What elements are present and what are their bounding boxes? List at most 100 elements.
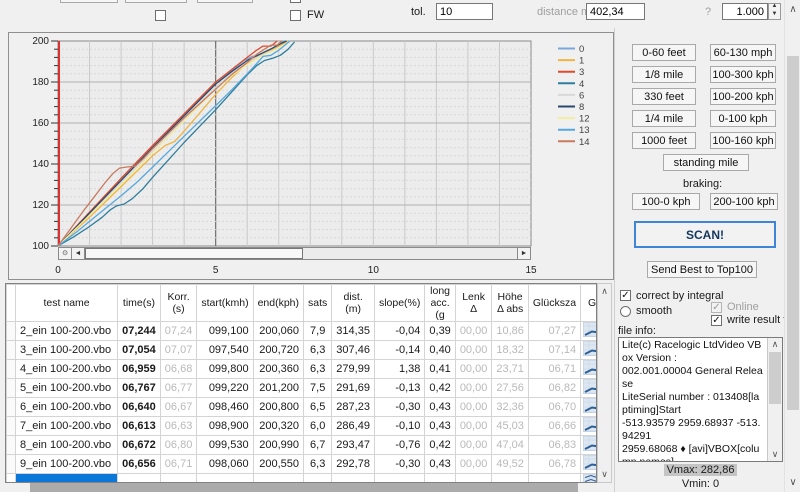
- graph-icon[interactable]: [583, 341, 597, 356]
- main-scroll-up-icon[interactable]: ∧: [785, 4, 800, 15]
- graph-icon[interactable]: [583, 360, 597, 375]
- graph-icon[interactable]: [583, 455, 597, 470]
- table-row[interactable]: 4_ein 100-200.vbo06,95906,68099,800200,3…: [7, 360, 598, 379]
- cell-graph[interactable]: [581, 341, 597, 360]
- column-header-start-kmh[interactable]: start(kmh): [197, 285, 253, 322]
- tolerance-input[interactable]: [436, 3, 493, 20]
- column-header-sats[interactable]: sats: [304, 285, 332, 322]
- row-selector[interactable]: [7, 322, 16, 341]
- toolbar-partial-checkbox[interactable]: [290, 0, 301, 3]
- table-row[interactable]: 7_ein 100-200.vbo06,61306,63098,900200,3…: [7, 417, 598, 436]
- chart-scroll-left-icon[interactable]: ◄: [72, 248, 85, 259]
- graph-icon[interactable]: [583, 417, 597, 432]
- table-row[interactable]: 8_ein 100-200.vbo06,67206,80099,530200,9…: [7, 436, 598, 455]
- table-vertical-scrollbar[interactable]: ∧ ∨: [597, 283, 612, 483]
- chart-zoom-icon[interactable]: ⊙: [59, 248, 72, 259]
- table-row[interactable]: 5_ein 100-200.vbo06,76706,77099,220201,2…: [7, 379, 598, 398]
- column-header-long-acc-g[interactable]: long acc.(g: [425, 285, 455, 322]
- table-row[interactable]: 2_ein 100-200.vbo07,24407,24099,100200,0…: [7, 322, 598, 341]
- factor-spinner[interactable]: ▲ ▼: [768, 3, 781, 20]
- chart-scrollbar-thumb[interactable]: [85, 248, 303, 259]
- row-selector[interactable]: [7, 379, 16, 398]
- column-header-slope[interactable]: slope(%): [374, 285, 424, 322]
- column-header-test-name[interactable]: test name: [16, 285, 118, 322]
- column-header-time-s[interactable]: time(s): [118, 285, 161, 322]
- column-header-gl-cksza[interactable]: Glücksza: [528, 285, 580, 322]
- range-button-1-8-mile[interactable]: 1/8 mile: [632, 66, 696, 83]
- file-info-scroll-down-icon[interactable]: ∨: [768, 449, 782, 460]
- braking-button-200-100-kph[interactable]: 200-100 kph: [710, 193, 778, 210]
- file-info-scrollbar[interactable]: ∧ ∨: [767, 338, 782, 461]
- cell-graph[interactable]: [581, 455, 597, 474]
- range-button-60-130-mph[interactable]: 60-130 mph: [710, 44, 776, 61]
- toolbar-partial-button-2[interactable]: [125, 0, 187, 3]
- file-info-scroll-thumb[interactable]: [769, 352, 781, 404]
- toolbar-checkbox-1[interactable]: [155, 10, 166, 21]
- range-button-0-100-kph[interactable]: 0-100 kph: [710, 110, 776, 127]
- cell-graph[interactable]: [581, 436, 597, 455]
- standing-mile-button[interactable]: standing mile: [663, 154, 749, 171]
- cell-graph[interactable]: [581, 398, 597, 417]
- row-selector[interactable]: [7, 436, 16, 455]
- column-header-h-he-abs[interactable]: Höhe Δ abs: [492, 285, 529, 322]
- table-row[interactable]: 3_ein 100-200.vbo07,05407,07097,540200,7…: [7, 341, 598, 360]
- toolbar-partial-button-1[interactable]: [60, 0, 118, 3]
- range-button-0-60-feet[interactable]: 0-60 feet: [632, 44, 696, 61]
- table-scroll-down-icon[interactable]: ∨: [598, 469, 611, 480]
- column-header-lenk[interactable]: Lenk Δ: [455, 285, 492, 322]
- column-header-graph[interactable]: Graph: [581, 285, 597, 322]
- row-selector[interactable]: [7, 398, 16, 417]
- write-result-file-checkbox[interactable]: [711, 315, 722, 326]
- column-header-end-kph[interactable]: end(kph): [253, 285, 303, 322]
- smooth-radio[interactable]: [620, 306, 631, 317]
- braking-button-100-0-kph[interactable]: 100-0 kph: [632, 193, 700, 210]
- table-hscroll-thumb[interactable]: [30, 483, 578, 492]
- table-row[interactable]: 6_ein 100-200.vbo06,64006,67098,460200,8…: [7, 398, 598, 417]
- range-button-330-feet[interactable]: 330 feet: [632, 88, 696, 105]
- fw-checkbox[interactable]: [290, 10, 301, 21]
- range-button-100-200-kph[interactable]: 100-200 kph: [710, 88, 776, 105]
- spinner-down-icon[interactable]: ▼: [769, 11, 780, 17]
- range-button-1-4-mile[interactable]: 1/4 mile: [632, 110, 696, 127]
- graph-icon[interactable]: [583, 322, 597, 337]
- row-selector[interactable]: [7, 417, 16, 436]
- send-best-button[interactable]: Send Best to Top100: [647, 261, 757, 278]
- range-button-100-300-kph[interactable]: 100-300 kph: [710, 66, 776, 83]
- correct-by-integral-checkbox[interactable]: [620, 290, 631, 301]
- row-selector[interactable]: [7, 455, 16, 474]
- chart-horizontal-scrollbar[interactable]: ⊙ ◄ ►: [58, 247, 531, 260]
- row-selector[interactable]: [7, 360, 16, 379]
- graph-icon[interactable]: [583, 436, 597, 451]
- cell-graph[interactable]: [581, 417, 597, 436]
- online-checkbox[interactable]: [711, 302, 722, 313]
- chart-scroll-right-icon[interactable]: ►: [517, 248, 530, 259]
- cell-graph[interactable]: [581, 379, 597, 398]
- spinner-up-icon[interactable]: ▲: [769, 3, 780, 9]
- file-info-box[interactable]: Lite(c) Racelogic LtdVideo VBox Version …: [618, 337, 783, 462]
- toolbar-partial-button-3[interactable]: [197, 0, 253, 3]
- cell-dist-m: 293,47: [332, 436, 375, 455]
- factor-input[interactable]: [722, 3, 768, 20]
- cell-graph[interactable]: [581, 322, 597, 341]
- graph-icon[interactable]: [583, 398, 597, 413]
- range-button-100-160-kph[interactable]: 100-160 kph: [710, 132, 776, 149]
- table-horizontal-scrollbar[interactable]: [5, 483, 597, 492]
- column-header-korr-s[interactable]: Korr.(s): [160, 285, 197, 322]
- distance-input[interactable]: [586, 3, 645, 20]
- main-vertical-scrollbar[interactable]: ∧ ∨: [784, 0, 800, 492]
- multi-graph-icon[interactable]: [583, 474, 597, 483]
- file-info-scroll-up-icon[interactable]: ∧: [768, 339, 782, 350]
- range-button-1000-feet[interactable]: 1000 feet: [632, 132, 696, 149]
- cell-graph[interactable]: [581, 360, 597, 379]
- table-empty-row[interactable]: [7, 474, 598, 484]
- row-selector[interactable]: [7, 474, 16, 484]
- table-scroll-up-icon[interactable]: ∧: [598, 286, 611, 297]
- row-selector[interactable]: [7, 341, 16, 360]
- main-scroll-down-icon[interactable]: ∨: [785, 477, 800, 488]
- selected-cell[interactable]: [16, 474, 118, 484]
- scan-button[interactable]: SCAN!: [634, 221, 776, 248]
- table-row[interactable]: 9_ein 100-200.vbo06,65606,71098,060200,5…: [7, 455, 598, 474]
- column-header-dist-m[interactable]: dist.(m): [332, 285, 375, 322]
- graph-icon[interactable]: [583, 379, 597, 394]
- main-scroll-thumb[interactable]: [787, 56, 799, 410]
